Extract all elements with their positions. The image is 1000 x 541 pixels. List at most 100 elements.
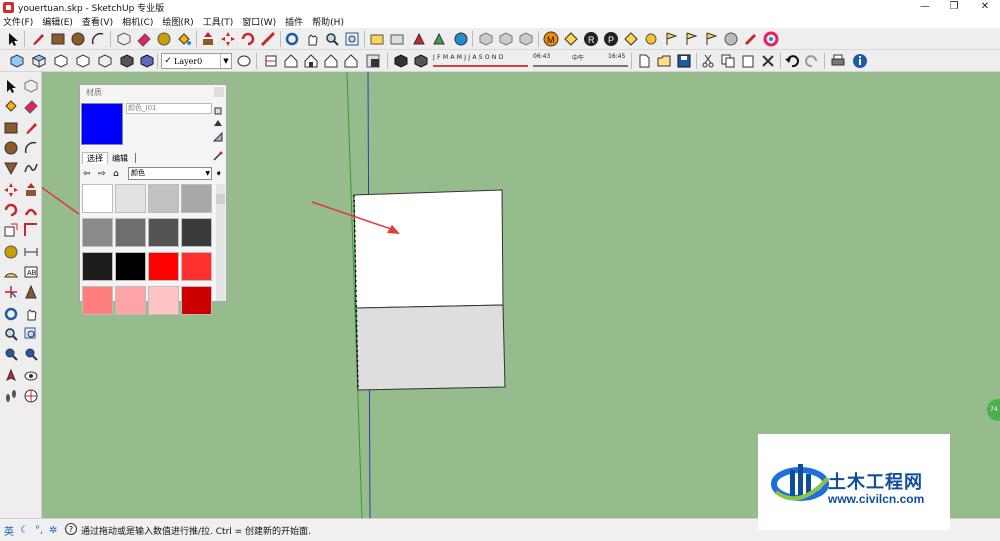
- rotate-icon[interactable]: [240, 31, 256, 47]
- color-wheel-icon[interactable]: [763, 31, 779, 47]
- chevron-down-icon[interactable]: ▼: [220, 54, 231, 68]
- pencil-icon[interactable]: [30, 31, 46, 47]
- material-swatch[interactable]: [115, 252, 146, 281]
- materials-panel[interactable]: 材质 颜色_I01 选择 编辑 ⇦ ⇨ ⌂ 颜色 ▼ ➧: [79, 84, 227, 315]
- arc-icon[interactable]: [23, 140, 39, 156]
- dimension-icon[interactable]: [23, 244, 39, 260]
- tape-measure-icon[interactable]: [3, 244, 19, 260]
- menu-plugins[interactable]: 插件: [285, 15, 303, 28]
- eyedropper-icon[interactable]: [213, 151, 223, 161]
- rotate-icon[interactable]: [3, 202, 19, 218]
- look-around-icon[interactable]: [23, 368, 39, 384]
- xray-view-icon[interactable]: [119, 53, 135, 69]
- zoom-icon[interactable]: [3, 326, 19, 342]
- material-swatch[interactable]: [82, 218, 113, 247]
- details-arrow-icon[interactable]: ➧: [215, 168, 225, 180]
- material-swatch[interactable]: [115, 184, 146, 213]
- ruby-r-icon[interactable]: R: [583, 31, 599, 47]
- open-folder-icon[interactable]: [656, 53, 672, 69]
- follow-me-icon[interactable]: [23, 202, 39, 218]
- material-option-icon[interactable]: [212, 131, 223, 142]
- shaded-view-icon[interactable]: [139, 53, 155, 69]
- model-info-icon[interactable]: [852, 53, 868, 69]
- help-icon[interactable]: ?: [65, 523, 77, 535]
- moon-icon[interactable]: ☾: [20, 525, 29, 536]
- eyedropper-icon[interactable]: [743, 31, 759, 47]
- material-swatch[interactable]: [82, 184, 113, 213]
- delete-icon[interactable]: [760, 53, 776, 69]
- forward-arrow-icon[interactable]: ⇨: [98, 168, 108, 180]
- box-front-face[interactable]: [355, 304, 506, 391]
- back-arrow-icon[interactable]: ⇦: [83, 168, 93, 180]
- material-swatch[interactable]: [181, 184, 212, 213]
- select-tool-icon[interactable]: [5, 31, 21, 47]
- walk-icon[interactable]: [3, 388, 19, 404]
- eraser-icon[interactable]: [23, 98, 39, 114]
- iso-view-icon[interactable]: [9, 53, 25, 69]
- menu-file[interactable]: 文件(F): [3, 15, 33, 28]
- toggle-terrain-icon[interactable]: [389, 31, 405, 47]
- redo-icon[interactable]: [804, 53, 820, 69]
- orbit-icon[interactable]: [284, 31, 300, 47]
- eraser-icon[interactable]: [136, 31, 152, 47]
- save-icon[interactable]: [676, 53, 692, 69]
- house-icon[interactable]: [323, 53, 339, 69]
- ruby-p-icon[interactable]: P: [603, 31, 619, 47]
- menu-help[interactable]: 帮助(H): [312, 15, 344, 28]
- gear-icon[interactable]: ✲: [49, 525, 57, 536]
- house-icon[interactable]: [343, 53, 359, 69]
- tab-select[interactable]: 选择: [82, 152, 108, 164]
- material-name-input[interactable]: 颜色_I01: [126, 103, 212, 114]
- select-tool-icon[interactable]: [3, 78, 19, 94]
- cut-icon[interactable]: [700, 53, 716, 69]
- front-view-icon[interactable]: [53, 53, 69, 69]
- zoom-window-icon[interactable]: [23, 326, 39, 342]
- sphere-icon[interactable]: [723, 31, 739, 47]
- circle-icon[interactable]: [3, 140, 19, 156]
- earth-icon[interactable]: [453, 31, 469, 47]
- box-top-face[interactable]: [353, 189, 504, 309]
- create-material-icon[interactable]: [213, 105, 223, 115]
- shadow-toggle-icon[interactable]: [365, 53, 381, 69]
- layer-manager-icon[interactable]: [236, 53, 252, 69]
- fog-icon[interactable]: [413, 53, 429, 69]
- material-swatch[interactable]: [181, 286, 212, 315]
- back-view-icon[interactable]: [97, 53, 113, 69]
- share-model-icon[interactable]: [431, 31, 447, 47]
- position-camera-icon[interactable]: [3, 368, 19, 384]
- pan-icon[interactable]: [304, 31, 320, 47]
- material-swatch[interactable]: [115, 218, 146, 247]
- zoom-extents-icon[interactable]: [344, 31, 360, 47]
- follow-me-icon[interactable]: [260, 31, 276, 47]
- material-swatch[interactable]: [82, 252, 113, 281]
- standard-view-icon[interactable]: [498, 31, 514, 47]
- material-swatch[interactable]: [148, 184, 179, 213]
- move-icon[interactable]: [220, 31, 236, 47]
- section-plane-icon[interactable]: [263, 53, 279, 69]
- offset-icon[interactable]: [23, 222, 39, 238]
- ime-language[interactable]: 英: [4, 523, 14, 538]
- layer-select[interactable]: ✓ Layer0 ▼: [161, 53, 232, 69]
- pan-icon[interactable]: [23, 306, 39, 322]
- menu-camera[interactable]: 相机(C): [122, 15, 153, 28]
- house-icon[interactable]: [283, 53, 299, 69]
- top-view-icon[interactable]: [31, 53, 47, 69]
- tape-measure-icon[interactable]: [156, 31, 172, 47]
- pencil-icon[interactable]: [23, 120, 39, 136]
- shadow-settings-icon[interactable]: [393, 53, 409, 69]
- undo-icon[interactable]: [784, 53, 800, 69]
- tag-icon[interactable]: [563, 31, 579, 47]
- 3d-text-icon[interactable]: [23, 284, 39, 300]
- paste-icon[interactable]: [740, 53, 756, 69]
- flag-icon[interactable]: [703, 31, 719, 47]
- minimize-button[interactable]: —: [912, 0, 938, 14]
- freehand-icon[interactable]: [23, 160, 39, 176]
- push-pull-icon[interactable]: [200, 31, 216, 47]
- material-swatch[interactable]: [82, 286, 113, 315]
- standard-view-icon[interactable]: [478, 31, 494, 47]
- flag-icon[interactable]: [683, 31, 699, 47]
- current-material-swatch[interactable]: [81, 103, 123, 145]
- axes-icon[interactable]: [3, 284, 19, 300]
- arc-icon[interactable]: [90, 31, 106, 47]
- material-swatch[interactable]: [148, 286, 179, 315]
